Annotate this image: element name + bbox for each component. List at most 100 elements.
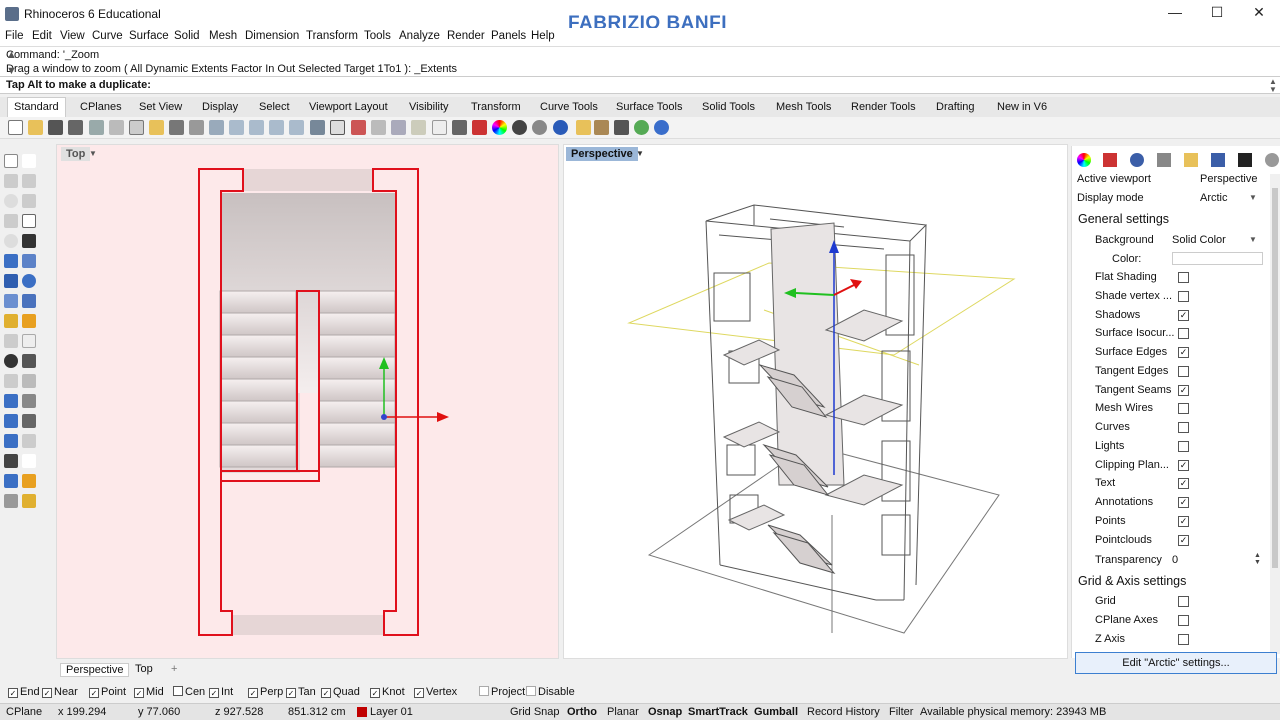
osnap-near[interactable]: ✓ Near: [42, 686, 78, 698]
layers-panel-icon[interactable]: [1103, 153, 1117, 167]
rendered-sphere-icon[interactable]: [553, 120, 568, 135]
tab-surface-tools[interactable]: Surface Tools: [616, 101, 682, 113]
osnap-checkbox[interactable]: ✓: [8, 688, 18, 698]
menu-help[interactable]: Help: [531, 30, 555, 42]
tab-render-tools[interactable]: Render Tools: [851, 101, 916, 113]
osnap-tan[interactable]: ✓ Tan: [286, 686, 316, 698]
layer-color-swatch[interactable]: [357, 707, 367, 717]
general-settings-header[interactable]: General settings: [1078, 212, 1169, 226]
tab-select[interactable]: Select: [259, 101, 290, 113]
tab-standard[interactable]: Standard: [7, 97, 66, 117]
osnap-quad[interactable]: ✓ Quad: [321, 686, 360, 698]
osnap-checkbox[interactable]: ✓: [89, 688, 99, 698]
point-icon[interactable]: [22, 154, 36, 168]
osnap-checkbox[interactable]: ✓: [134, 688, 144, 698]
polygon-icon[interactable]: [4, 214, 18, 228]
osnap-mid[interactable]: ✓ Mid: [134, 686, 164, 698]
maximize-button[interactable]: ☐: [1202, 4, 1232, 24]
boolean-icon[interactable]: [4, 314, 18, 328]
paste-icon[interactable]: [149, 120, 164, 135]
tab-cplanes[interactable]: CPlanes: [80, 101, 122, 113]
display-setting-checkbox[interactable]: [1178, 290, 1189, 302]
osnap-disable[interactable]: Disable: [526, 686, 575, 698]
add-viewport-tab-button[interactable]: +: [166, 663, 182, 675]
menu-dimension[interactable]: Dimension: [245, 30, 299, 42]
arc-icon[interactable]: [22, 194, 36, 208]
named-view-icon[interactable]: [371, 120, 386, 135]
grid-snap-toggle[interactable]: Grid Snap: [510, 706, 560, 718]
zoom-extents-icon[interactable]: [269, 120, 284, 135]
osnap-toggle[interactable]: Osnap: [648, 706, 682, 718]
display-setting-checkbox[interactable]: [1178, 272, 1189, 283]
chevron-down-icon[interactable]: ▼: [1249, 235, 1257, 244]
display-setting-checkbox[interactable]: [1178, 403, 1189, 415]
display-mode-select[interactable]: Arctic: [1200, 192, 1228, 204]
osnap-checkbox[interactable]: [173, 686, 183, 696]
explode-icon[interactable]: [4, 334, 18, 348]
box-icon[interactable]: [4, 274, 18, 288]
osnap-point[interactable]: ✓ Point: [89, 686, 126, 698]
tab-mesh-tools[interactable]: Mesh Tools: [776, 101, 831, 113]
menu-transform[interactable]: Transform: [306, 30, 358, 42]
settings-gear-icon[interactable]: [1265, 153, 1279, 167]
move-icon[interactable]: [22, 374, 36, 388]
cplane-icon[interactable]: [351, 120, 366, 135]
top-viewport[interactable]: Top ▼: [56, 144, 559, 659]
osnap-checkbox[interactable]: [479, 686, 489, 696]
osnap-cen[interactable]: Cen: [173, 686, 205, 698]
tab-viewport-layout[interactable]: Viewport Layout: [309, 101, 388, 113]
display-setting-checkbox[interactable]: ✓: [1178, 478, 1189, 490]
pencil-icon[interactable]: [22, 474, 36, 488]
color-wheel-icon[interactable]: [492, 120, 507, 135]
stepper-icon[interactable]: ▲ ▼: [1254, 552, 1261, 566]
grid-setting-checkbox[interactable]: [1178, 633, 1189, 645]
osnap-checkbox[interactable]: ✓: [414, 688, 424, 698]
cplane-label[interactable]: CPlane: [6, 706, 42, 718]
osnap-checkbox[interactable]: ✓: [321, 688, 331, 698]
text-icon[interactable]: [4, 394, 18, 408]
rectangle-icon[interactable]: [22, 214, 36, 228]
osnap-checkbox[interactable]: [526, 686, 536, 696]
zoom-selected-icon[interactable]: [289, 120, 304, 135]
analyze-icon[interactable]: [4, 474, 18, 488]
hatch-icon[interactable]: [22, 434, 36, 448]
osnap-checkbox[interactable]: ✓: [370, 688, 380, 698]
rotate-icon[interactable]: [310, 120, 325, 135]
panel-scrollbar[interactable]: [1270, 174, 1280, 654]
menu-tools[interactable]: Tools: [364, 30, 391, 42]
split-icon[interactable]: [4, 354, 18, 368]
curve-icon[interactable]: [22, 174, 36, 188]
menu-panels[interactable]: Panels: [491, 30, 526, 42]
grid-axis-settings-header[interactable]: Grid & Axis settings: [1078, 574, 1186, 588]
display-setting-checkbox[interactable]: [1178, 328, 1189, 340]
viewport-tab-top[interactable]: Top: [130, 663, 158, 675]
libraries-panel-icon[interactable]: [1184, 153, 1198, 167]
display-setting-checkbox[interactable]: ✓: [1178, 309, 1189, 321]
polyline-icon[interactable]: [4, 174, 18, 188]
chevron-down-icon[interactable]: ▼: [1249, 193, 1257, 202]
background-select[interactable]: Solid Color: [1172, 234, 1226, 246]
display-setting-checkbox[interactable]: [1178, 365, 1189, 377]
dimension-icon[interactable]: [22, 394, 36, 408]
tab-new-in-v6[interactable]: New in V6: [997, 101, 1047, 113]
tab-solid-tools[interactable]: Solid Tools: [702, 101, 755, 113]
osnap-project[interactable]: Project: [479, 686, 525, 698]
display-setting-checkbox[interactable]: ✓: [1178, 497, 1189, 508]
osnap-int[interactable]: ✓ Int: [209, 686, 233, 698]
lock-icon[interactable]: [452, 120, 467, 135]
render-sphere-icon[interactable]: [512, 120, 527, 135]
array-icon[interactable]: [4, 414, 18, 428]
color-wheel-icon[interactable]: [1077, 153, 1091, 167]
light-bulb-icon[interactable]: [432, 120, 447, 135]
tab-display[interactable]: Display: [202, 101, 238, 113]
save-icon[interactable]: [48, 120, 63, 135]
scale-icon[interactable]: [22, 414, 36, 428]
four-viewports-icon[interactable]: [330, 120, 345, 135]
menu-mesh[interactable]: Mesh: [209, 30, 237, 42]
tab-drafting[interactable]: Drafting: [936, 101, 975, 113]
osnap-knot[interactable]: ✓ Knot: [370, 686, 405, 698]
brush-icon[interactable]: [576, 120, 591, 135]
osnap-vertex[interactable]: ✓ Vertex: [414, 686, 457, 698]
menu-solid[interactable]: Solid: [174, 30, 200, 42]
materials-panel-icon[interactable]: [1157, 153, 1171, 167]
